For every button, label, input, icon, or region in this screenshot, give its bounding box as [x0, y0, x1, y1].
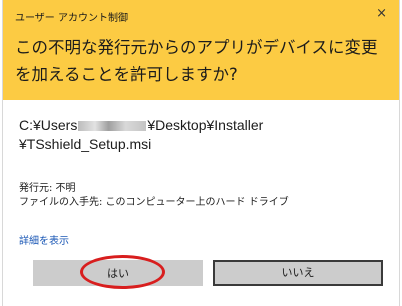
no-button[interactable]: いいえ [213, 260, 383, 286]
close-icon[interactable]: × [376, 6, 387, 22]
path-filename: ¥TSshield_Setup.msi [19, 136, 152, 152]
window-title: ユーザー アカウント制御 [15, 13, 128, 24]
redacted-username [78, 121, 147, 132]
show-details-link[interactable]: 詳細を表示 [19, 232, 69, 247]
dialog-header: ユーザー アカウント制御 × この不明な発行元からのアプリがデバイスに変更を加え… [3, 0, 399, 100]
path-suffix: ¥Desktop¥Installer [147, 117, 264, 133]
dialog-footer: はい いいえ [3, 250, 399, 306]
path-prefix: C:¥Users [19, 117, 78, 133]
yes-button[interactable]: はい [33, 260, 203, 286]
program-path: C:¥Users ¥Desktop¥Installer ¥TSshield_Set… [19, 116, 379, 154]
permission-question: この不明な発行元からのアプリがデバイスに変更を加えることを許可しますか? [15, 38, 378, 84]
file-origin-info: ファイルの入手先: このコンピューター上のハード ドライブ [19, 197, 289, 208]
uac-dialog: ユーザー アカウント制御 × この不明な発行元からのアプリがデバイスに変更を加え… [2, 0, 400, 306]
publisher-info: 発行元: 不明 [19, 183, 76, 194]
